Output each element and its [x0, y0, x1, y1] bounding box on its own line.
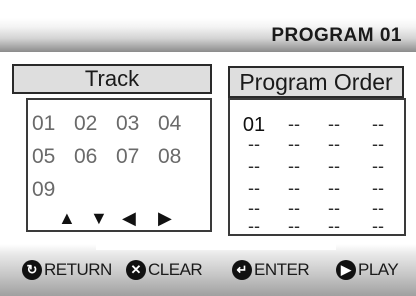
track-panel-title: Track — [12, 64, 212, 94]
track-04[interactable]: 04 — [158, 112, 181, 136]
order-slot: -- — [328, 134, 340, 154]
clear-label: CLEAR — [148, 260, 203, 279]
order-slot: -- — [248, 178, 260, 198]
track-05[interactable]: 05 — [32, 145, 55, 169]
program-order-title: Program Order — [228, 66, 404, 98]
track-01[interactable]: 01 — [32, 112, 55, 136]
order-slot: -- — [328, 216, 340, 236]
clear-button[interactable]: ✕ CLEAR — [126, 260, 203, 280]
order-slot: -- — [288, 134, 300, 154]
order-slot: -- — [248, 134, 260, 154]
arrow-down-icon[interactable]: ▼ — [90, 209, 108, 227]
track-07[interactable]: 07 — [116, 145, 139, 169]
footer-divider — [96, 244, 336, 250]
order-slot: -- — [328, 178, 340, 198]
order-slot: -- — [328, 114, 340, 134]
order-slot: -- — [372, 114, 384, 134]
track-03[interactable]: 03 — [116, 112, 139, 136]
order-slot: -- — [372, 178, 384, 198]
play-button[interactable]: ▶ PLAY — [336, 260, 399, 280]
track-02[interactable]: 02 — [74, 112, 97, 136]
order-slot: -- — [372, 216, 384, 236]
return-icon: ↻ — [22, 260, 42, 280]
order-slot: -- — [248, 156, 260, 176]
order-slot: -- — [288, 216, 300, 236]
play-label: PLAY — [358, 260, 399, 279]
clear-icon: ✕ — [126, 260, 146, 280]
return-button[interactable]: ↻ RETURN — [22, 260, 112, 280]
enter-button[interactable]: ↵ ENTER — [232, 260, 310, 280]
order-slot: -- — [372, 134, 384, 154]
page-title: PROGRAM 01 — [271, 25, 402, 46]
enter-icon: ↵ — [232, 260, 252, 280]
order-slot: -- — [288, 178, 300, 198]
enter-label: ENTER — [254, 260, 310, 279]
order-slot: -- — [288, 114, 300, 134]
order-slot: -- — [328, 156, 340, 176]
header-bar: PROGRAM 01 — [0, 18, 416, 52]
order-slot: -- — [248, 216, 260, 236]
arrow-up-icon[interactable]: ▲ — [58, 209, 76, 227]
program-order-panel: 01 -- -- -- -- -- -- -- -- -- -- -- -- -… — [228, 98, 406, 236]
order-slot: -- — [372, 156, 384, 176]
track-06[interactable]: 06 — [74, 145, 97, 169]
arrow-right-icon[interactable]: ▶ — [158, 209, 172, 227]
track-08[interactable]: 08 — [158, 145, 181, 169]
arrow-left-icon[interactable]: ◀ — [122, 209, 136, 227]
play-icon: ▶ — [336, 260, 356, 280]
order-slot: -- — [288, 156, 300, 176]
return-label: RETURN — [44, 260, 112, 279]
track-panel: 01 02 03 04 05 06 07 08 09 ▲ ▼ ◀ ▶ — [26, 98, 212, 232]
track-09[interactable]: 09 — [32, 178, 55, 202]
